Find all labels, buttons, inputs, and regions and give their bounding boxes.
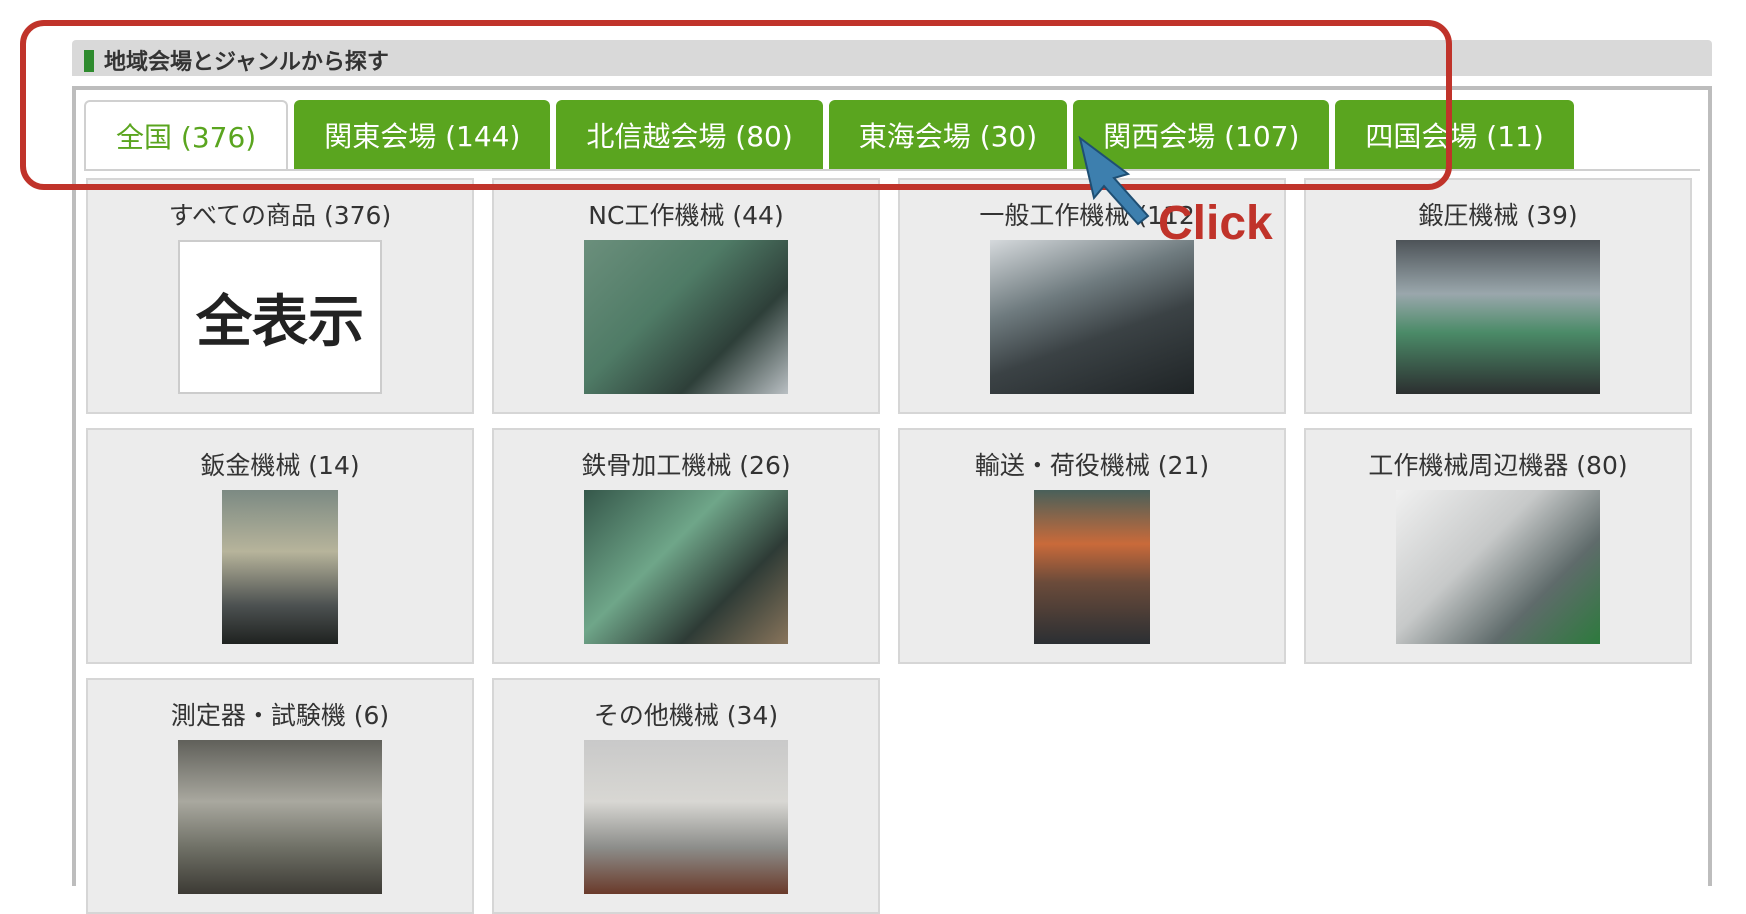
transport-photo[interactable] <box>1034 490 1150 644</box>
steel-frame-photo[interactable] <box>584 490 788 644</box>
nc-machine-photo[interactable] <box>584 240 788 394</box>
category-card-other[interactable]: その他機械 (34) <box>492 678 880 914</box>
category-label: その他機械 (34) <box>593 701 779 730</box>
category-label: 工作機械周辺機器 (80) <box>1368 451 1628 480</box>
category-label: すべての商品 (376) <box>168 201 392 230</box>
section-title: 地域会場とジャンルから探す <box>104 50 389 75</box>
category-label: NC工作機械 (44) <box>588 201 784 230</box>
category-card-steel-frame[interactable]: 鉄骨加工機械 (26) <box>492 428 880 664</box>
tab-hokushinetsu[interactable]: 北信越会場 (80) <box>556 100 823 170</box>
category-label: 鈑金機械 (14) <box>200 451 360 480</box>
category-label: 輸送・荷役機械 (21) <box>974 451 1210 480</box>
section-header: 地域会場とジャンルから探す <box>72 40 1712 76</box>
category-card-transport[interactable]: 輸送・荷役機械 (21) <box>898 428 1286 664</box>
category-card-nc-machine[interactable]: NC工作機械 (44) <box>492 178 880 414</box>
press-machine-photo[interactable] <box>1396 240 1600 394</box>
category-card-measuring[interactable]: 測定器・試験機 (6) <box>86 678 474 914</box>
category-label: 測定器・試験機 (6) <box>170 701 390 730</box>
region-tabs: 全国 (376) 関東会場 (144) 北信越会場 (80) 東海会場 (30)… <box>84 100 1574 170</box>
tab-kansai[interactable]: 関西会場 (107) <box>1073 100 1330 170</box>
general-machine-photo[interactable] <box>990 240 1194 394</box>
category-label: 鉄骨加工機械 (26) <box>581 451 791 480</box>
sheet-metal-photo[interactable] <box>222 490 338 644</box>
category-card-peripherals[interactable]: 工作機械周辺機器 (80) <box>1304 428 1692 664</box>
measuring-photo[interactable] <box>178 740 382 894</box>
other-machine-photo[interactable] <box>584 740 788 894</box>
category-card-all[interactable]: すべての商品 (376) 全表示 <box>86 178 474 414</box>
click-annotation: Click <box>1158 197 1273 250</box>
tab-divider <box>84 169 1700 171</box>
category-label: 鍛圧機械 (39) <box>1418 201 1578 230</box>
tab-shikoku[interactable]: 四国会場 (11) <box>1335 100 1574 170</box>
peripherals-photo[interactable] <box>1396 490 1600 644</box>
tab-nationwide[interactable]: 全国 (376) <box>84 100 289 170</box>
category-card-press-machine[interactable]: 鍛圧機械 (39) <box>1304 178 1692 414</box>
tab-kanto[interactable]: 関東会場 (144) <box>294 100 551 170</box>
show-all-thumbnail[interactable]: 全表示 <box>178 240 382 394</box>
category-card-sheet-metal[interactable]: 鈑金機械 (14) <box>86 428 474 664</box>
tab-tokai[interactable]: 東海会場 (30) <box>828 100 1068 170</box>
category-grid: すべての商品 (376) 全表示 NC工作機械 (44) 一般工作機械 (112… <box>86 178 1692 914</box>
header-bullet <box>84 50 94 72</box>
